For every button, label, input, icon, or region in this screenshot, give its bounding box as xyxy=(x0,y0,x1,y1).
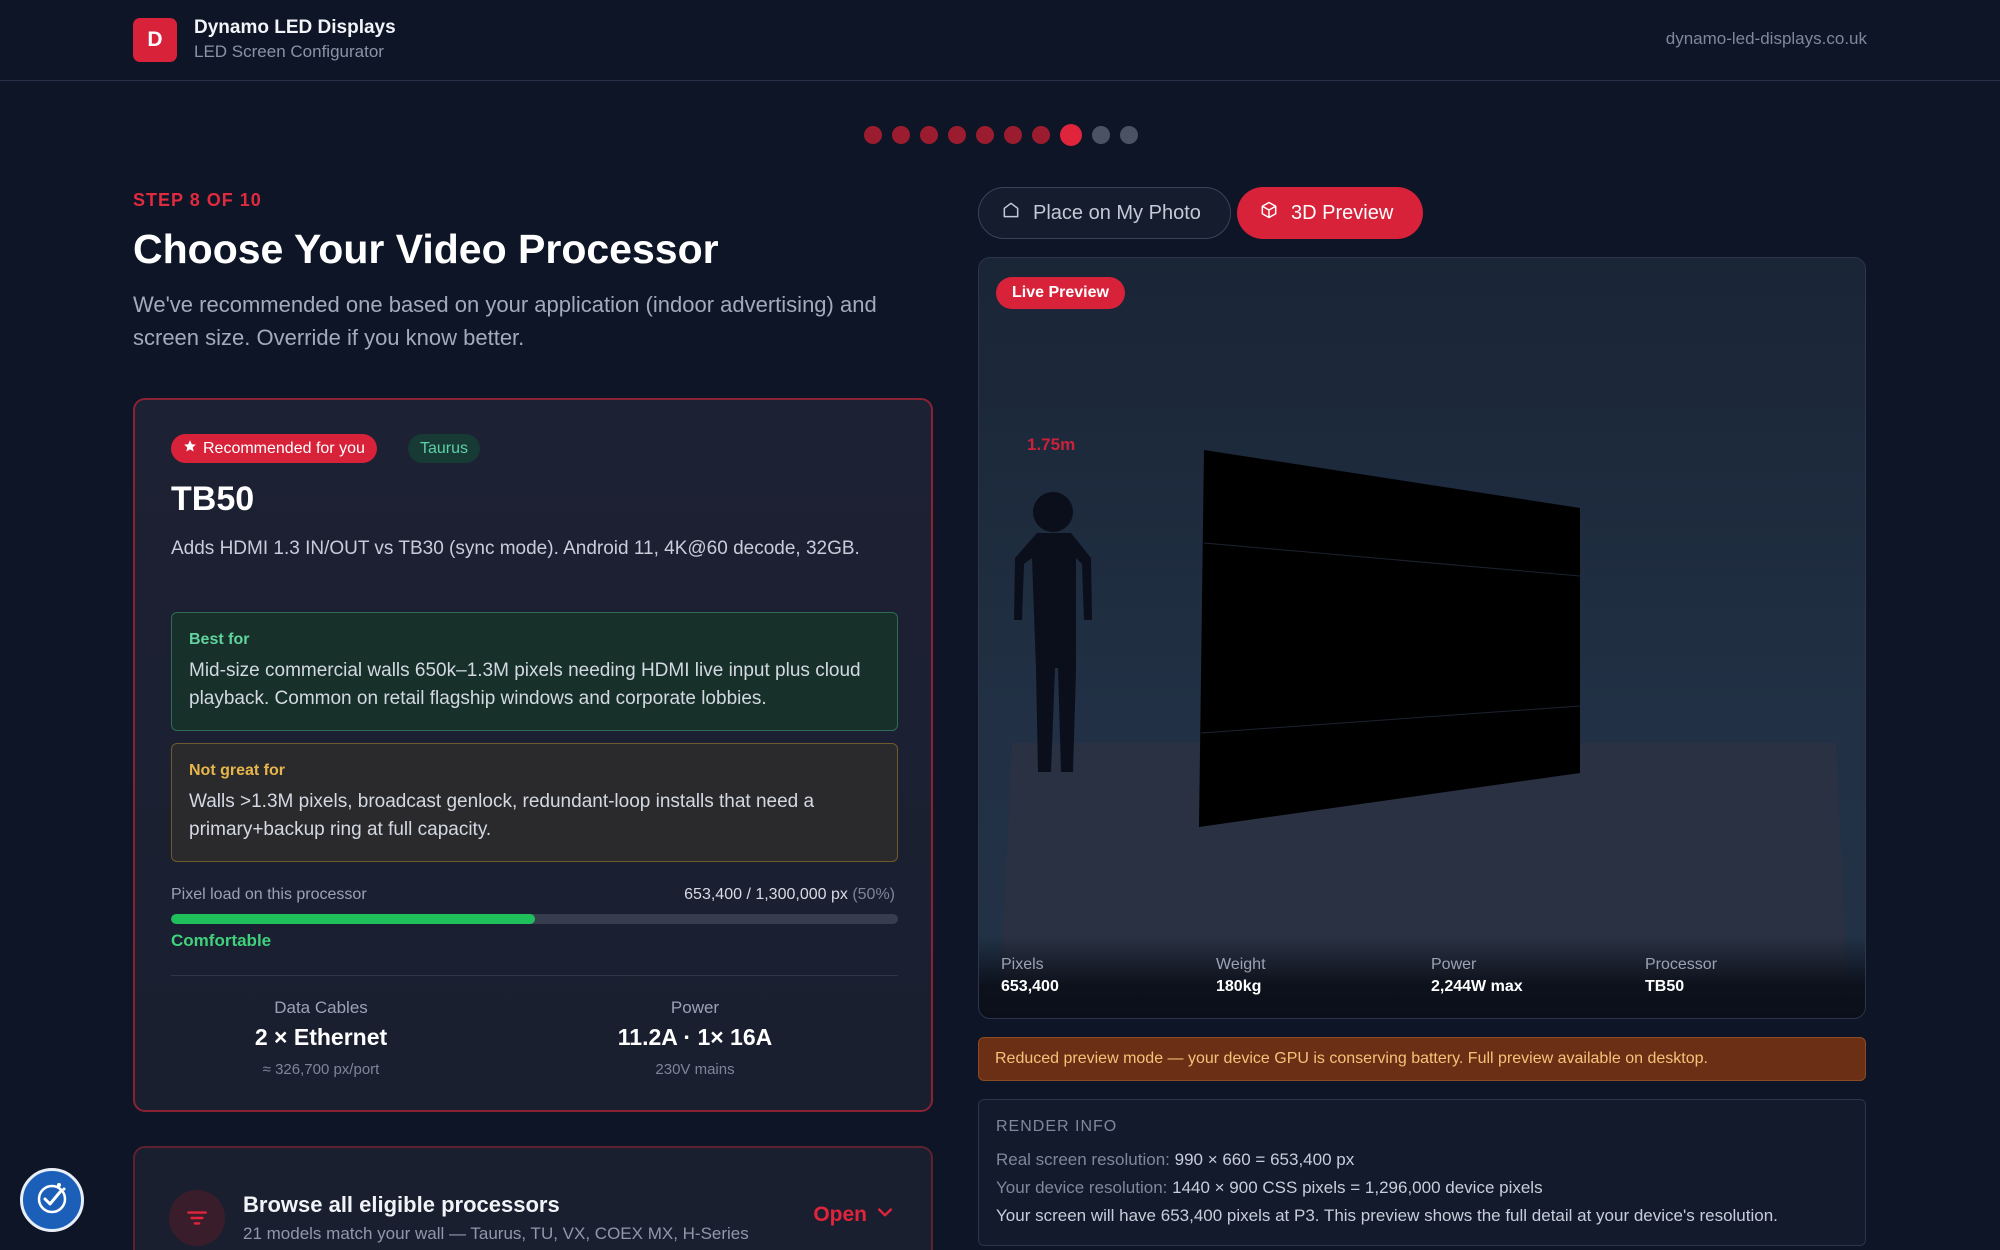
page-description: We've recommended one based on your appl… xyxy=(133,292,877,350)
stat-label: Weight xyxy=(1216,956,1266,973)
not-great-for-box: Not great for Walls >1.3M pixels, broadc… xyxy=(171,743,898,862)
browse-processors-title: Browse all eligible processors xyxy=(243,1192,560,1217)
processor-name: TB50 xyxy=(171,480,255,518)
brand-badge: Taurus xyxy=(408,434,481,463)
stat-label: Processor xyxy=(1645,956,1718,973)
recommended-badge-label: Recommended for you xyxy=(203,439,365,457)
stat-value: 180kg xyxy=(1216,978,1262,995)
not-great-for-text: Walls >1.3M pixels, broadcast genlock, r… xyxy=(189,791,815,840)
pixel-load-status: Comfortable xyxy=(171,931,272,950)
stat-processor: Processor TB50 xyxy=(1645,956,1717,996)
page-title: Choose Your Video Processor xyxy=(133,226,719,272)
render-info-label: Real screen resolution: xyxy=(996,1150,1170,1169)
power-label: Power xyxy=(670,998,720,1017)
pixel-load-value: 653,400 / 1,300,000 px (50%) xyxy=(684,886,895,904)
render-info-value: 1440 × 900 CSS pixels = 1,296,000 device… xyxy=(1172,1178,1543,1197)
reduced-preview-warning: Reduced preview mode — your device GPU i… xyxy=(978,1037,1866,1081)
step-progress-dots xyxy=(864,124,1138,146)
pixel-load-label: Pixel load on this processor xyxy=(171,886,367,903)
3d-preview-panel[interactable]: Live Preview 1.75m Pixels 653,400 Weight… xyxy=(978,257,1866,1019)
chevron-down-icon xyxy=(875,1202,895,1228)
data-cables-label: Data Cables xyxy=(274,998,368,1017)
browse-open-label: Open xyxy=(813,1203,867,1226)
stat-label: Power xyxy=(1431,956,1477,973)
brand-subtitle: LED Screen Configurator xyxy=(194,42,384,61)
accessibility-icon xyxy=(32,1178,72,1223)
accessibility-button[interactable] xyxy=(20,1168,84,1232)
place-on-photo-label: Place on My Photo xyxy=(1033,201,1201,224)
best-for-title: Best for xyxy=(189,631,250,648)
stat-pixels: Pixels 653,400 xyxy=(1001,956,1059,996)
not-great-for-title: Not great for xyxy=(189,762,285,779)
step-dot-5[interactable] xyxy=(976,126,994,144)
led-wall-panel xyxy=(1199,450,1580,827)
step-label: STEP 8 OF 10 xyxy=(133,190,262,210)
browse-processors-subtitle: 21 models match your wall — Taurus, TU, … xyxy=(243,1224,749,1243)
browse-processors-toggle[interactable]: Browse all eligible processors 21 models… xyxy=(133,1146,933,1250)
render-info-label: Your device resolution: xyxy=(996,1178,1168,1197)
data-cables-value: 2 × Ethernet xyxy=(254,1024,388,1050)
person-silhouette xyxy=(1014,492,1092,772)
stat-value: 653,400 xyxy=(1001,978,1059,995)
step-dot-6[interactable] xyxy=(1004,126,1022,144)
3d-preview-label: 3D Preview xyxy=(1291,201,1394,224)
site-url-link[interactable]: dynamo-led-displays.co.uk xyxy=(1666,29,1867,49)
pixel-load-bar-fill xyxy=(171,914,535,924)
render-info-title: RENDER INFO xyxy=(996,1118,1118,1135)
render-info-summary: Your screen will have 653,400 pixels at … xyxy=(996,1206,1778,1225)
preview-stats-bar: Pixels 653,400 Weight 180kg Power 2,244W… xyxy=(979,936,1865,1018)
step-dot-10[interactable] xyxy=(1120,126,1138,144)
render-info-real-resolution: Real screen resolution: 990 × 660 = 653,… xyxy=(996,1150,1354,1170)
step-dot-3[interactable] xyxy=(920,126,938,144)
best-for-text: Mid-size commercial walls 650k–1.3M pixe… xyxy=(189,660,861,709)
recommended-processor-card[interactable]: Recommended for you Taurus TB50 Adds HDM… xyxy=(133,398,933,1112)
power-spec: Power 11.2A · 1× 16A 230V mains xyxy=(545,998,845,1078)
pixel-load-percent: (50%) xyxy=(852,886,895,903)
render-info-value: 990 × 660 = 653,400 px xyxy=(1174,1150,1355,1169)
data-cables-sub: ≈ 326,700 px/port xyxy=(262,1061,380,1078)
processor-description: Adds HDMI 1.3 IN/OUT vs TB30 (sync mode)… xyxy=(171,538,860,559)
step-dot-4[interactable] xyxy=(948,126,966,144)
step-dot-8-current[interactable] xyxy=(1060,124,1082,146)
render-info-panel: RENDER INFO Real screen resolution: 990 … xyxy=(978,1099,1866,1246)
brand-name: Dynamo LED Displays xyxy=(194,17,396,38)
place-on-photo-tab[interactable]: Place on My Photo xyxy=(978,187,1231,239)
data-cables-spec: Data Cables 2 × Ethernet ≈ 326,700 px/po… xyxy=(171,998,471,1078)
card-divider xyxy=(171,975,898,976)
stat-weight: Weight 180kg xyxy=(1216,956,1266,996)
power-value: 11.2A · 1× 16A xyxy=(617,1024,773,1050)
pixel-load-count: 653,400 / 1,300,000 px xyxy=(684,886,848,903)
person-height-label: 1.75m xyxy=(1027,435,1075,454)
live-preview-badge: Live Preview xyxy=(996,277,1125,309)
cube-icon xyxy=(1259,200,1279,226)
best-for-box: Best for Mid-size commercial walls 650k–… xyxy=(171,612,898,731)
stat-label: Pixels xyxy=(1001,956,1044,973)
recommended-badge: Recommended for you xyxy=(171,434,377,463)
step-dot-2[interactable] xyxy=(892,126,910,144)
home-outline-icon xyxy=(1001,200,1021,226)
top-header: D Dynamo LED Displays LED Screen Configu… xyxy=(0,0,2000,81)
step-dot-1[interactable] xyxy=(864,126,882,144)
step-dot-9[interactable] xyxy=(1092,126,1110,144)
stat-power: Power 2,244W max xyxy=(1431,956,1523,996)
power-sub: 230V mains xyxy=(655,1061,735,1078)
filter-icon xyxy=(169,1190,225,1246)
pixel-load-bar xyxy=(171,914,898,924)
3d-scene[interactable]: 1.75m xyxy=(979,258,1866,1019)
step-dot-7[interactable] xyxy=(1032,126,1050,144)
stat-value: 2,244W max xyxy=(1431,978,1523,995)
star-icon xyxy=(183,439,197,458)
stat-value: TB50 xyxy=(1645,978,1685,995)
browse-open-button[interactable]: Open xyxy=(813,1202,895,1228)
render-info-device-resolution: Your device resolution: 1440 × 900 CSS p… xyxy=(996,1178,1543,1198)
3d-preview-tab[interactable]: 3D Preview xyxy=(1237,187,1423,239)
brand-logo[interactable]: D xyxy=(133,18,177,62)
